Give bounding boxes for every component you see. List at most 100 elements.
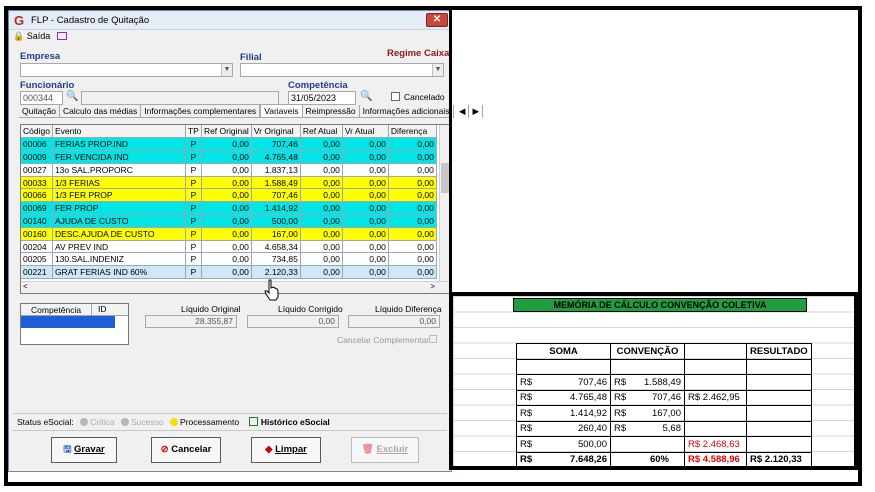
status-label: Status eSocial:: [17, 417, 74, 427]
grid-cell: 500,00: [251, 214, 301, 228]
selected-row[interactable]: [21, 316, 115, 328]
tab-strip: Quitação Calculo das médias Informações co…: [19, 104, 483, 118]
tab-info-adicionais[interactable]: Informações adicionais: [360, 105, 454, 118]
gravar-button[interactable]: 🖫 Gravar: [51, 437, 117, 463]
sheet-row: [516, 358, 812, 375]
quitacao-dialog: G FLP - Cadastro de Quitação ✕ 🔒 Saída E…: [8, 10, 483, 472]
diff-value: R$ 2.468,63: [688, 438, 740, 450]
col-diferenca[interactable]: Diferença: [388, 125, 437, 139]
grid-cell: 00027: [21, 163, 53, 177]
grid-cell: P: [185, 163, 202, 177]
grid-cell: 1/3 FER PROP: [52, 188, 186, 203]
grid-cell: P: [185, 265, 202, 280]
competencia-input[interactable]: 31/05/2023: [288, 91, 356, 105]
excluir-button[interactable]: 🗑 Excluir: [351, 437, 419, 463]
scroll-left-icon[interactable]: <: [23, 282, 28, 291]
grid-cell: 0,00: [300, 227, 343, 241]
sheet-cell: R$ 7.648,26: [516, 451, 611, 468]
scroll-right-icon[interactable]: >: [430, 282, 435, 291]
col-id[interactable]: ID: [91, 304, 107, 316]
cancelar-complementar-checkbox[interactable]: [429, 335, 437, 343]
table-row[interactable]: 00066 1/3 FER PROP P 0,00 707,46 0,00 0,00 0,00: [21, 188, 437, 203]
grid-cell: AV PREV IND: [52, 240, 186, 254]
filial-select[interactable]: ▼: [240, 63, 444, 77]
diff-value: R$ 4.588,96: [688, 454, 740, 466]
grid-cell: 1.588,49: [251, 176, 301, 190]
historico-esocial-link[interactable]: Histórico eSocial: [261, 417, 330, 427]
grid-horizontal-scrollbar[interactable]: < >: [21, 281, 451, 293]
tab-reimpressao[interactable]: Reimpressão: [303, 105, 360, 118]
grid-cell: 0,00: [201, 214, 252, 228]
table-row[interactable]: 00009 FER.VENCIDA IND P 0,00 4.765,48 0,00 0,0…: [21, 150, 437, 164]
tab-variaveis[interactable]: Variaveis: [260, 104, 303, 117]
liq-original-label: Líquido Original: [181, 304, 241, 314]
search-icon[interactable]: 🔍: [360, 91, 372, 102]
grid-cell: P: [185, 252, 202, 267]
status-esocial: Status eSocial: Crítica Sucesso Processa…: [17, 417, 330, 427]
critica-label: Crítica: [90, 417, 115, 427]
sheet-row: R$ 500,00 R$ 2.468,63: [516, 436, 812, 453]
sheet-row: R$ 4.765,48 R$ 707,46 R$ 2.462,95: [516, 389, 812, 406]
tab-info-complementares[interactable]: Informações complementares: [141, 105, 261, 118]
cancelado-checkbox[interactable]: [391, 92, 400, 101]
limpar-button[interactable]: ◆ Limpar: [251, 437, 321, 463]
grid-cell: 0,00: [201, 188, 252, 203]
close-button[interactable]: ✕: [426, 13, 448, 27]
currency-value: R$ 707,46: [520, 377, 607, 388]
trash-icon: 🗑: [361, 444, 377, 455]
table-row[interactable]: 00204 AV PREV IND P 0,00 4.658,34 0,00 0,00 0,0…: [21, 240, 437, 254]
grid-cell: 1/3 FERIAS: [52, 176, 186, 190]
col-tp[interactable]: TP: [185, 125, 202, 139]
grid-cell: 0,00: [388, 227, 437, 241]
table-row[interactable]: 00205 130.SAL.INDENIZ P 0,00 734,85 0,00 0,00 0…: [21, 252, 437, 267]
col-evento[interactable]: Evento: [52, 125, 186, 139]
currency-symbol: R$: [614, 407, 627, 419]
sheet-cell: R$ 260,40: [516, 420, 611, 437]
empresa-select[interactable]: ▼: [20, 63, 233, 77]
search-icon[interactable]: 🔍: [66, 91, 78, 102]
col-vr-original[interactable]: Vr Original: [251, 125, 301, 139]
table-row[interactable]: 00160 DESC.AJUDA DE CUSTO P 0,00 167,00 0,00 0…: [21, 227, 437, 241]
grid-cell: 00009: [21, 150, 53, 164]
grid-cell: 1.837,13: [251, 163, 301, 177]
table-row[interactable]: 00140 AJUDA DE CUSTO P 0,00 500,00 0,00 0,00 0,…: [21, 214, 437, 228]
chat-icon[interactable]: [56, 32, 67, 40]
table-row[interactable]: 00033 1/3 FERIAS P 0,00 1.588,49 0,00 0,00 0,00: [21, 176, 437, 190]
col-codigo[interactable]: Código: [21, 125, 53, 139]
currency-value: R$ 1.414,92: [520, 408, 607, 419]
filial-label: Filial: [240, 52, 262, 63]
funcionario-name-input[interactable]: [81, 91, 279, 105]
critica-dot-icon: [80, 418, 89, 426]
table-row[interactable]: 00221 GRAT FERIAS IND 60% P 0,00 2.120,33 0,0…: [21, 265, 437, 280]
sheet-row: R$ 260,40 R$ 5,68: [516, 420, 812, 437]
menu-exit[interactable]: Saída: [27, 31, 51, 41]
col-competencia[interactable]: Competência: [31, 305, 81, 315]
table-row[interactable]: 00027 13o SAL.PROPORC P 0,00 1.837,13 0,00 0,0…: [21, 163, 437, 177]
table-row[interactable]: 00069 FER PROP P 0,00 1.414,92 0,00 0,00 0,00: [21, 201, 437, 216]
grid-cell: P: [185, 188, 202, 203]
grid-cell: 0,00: [388, 188, 437, 203]
col-vr-atual[interactable]: Vr Atual: [342, 125, 389, 139]
col-ref-atual[interactable]: Ref Atual: [300, 125, 343, 139]
col-ref-original[interactable]: Ref Original: [201, 125, 252, 139]
tab-scroll-left-icon[interactable]: ◀: [456, 105, 470, 118]
currency-value: R$ 167,00: [614, 407, 681, 419]
eventos-grid: Código Evento TP Ref Original Vr Origina…: [20, 124, 452, 294]
eraser-icon: ◆: [265, 444, 276, 455]
table-row[interactable]: 00006 FERIAS PROP.IND P 0,00 707,46 0,00 0,00 0…: [21, 137, 437, 152]
cancelar-button[interactable]: ⊘ Cancelar: [151, 437, 221, 463]
currency-value: [614, 439, 638, 450]
grid-cell: 0,00: [388, 252, 437, 267]
currency-value: R$ 1.588,49: [614, 377, 681, 388]
funcionario-code-input[interactable]: 000344: [20, 91, 63, 105]
grid-cell: 0,00: [201, 240, 252, 254]
tab-calculo-medias[interactable]: Calculo das médias: [60, 105, 142, 118]
grid-cell: 0,00: [201, 227, 252, 241]
grid-cell: 0,00: [300, 201, 343, 216]
tab-scroll-right-icon[interactable]: ▶: [469, 105, 483, 118]
tab-quitacao[interactable]: Quitação: [19, 105, 61, 118]
sheet-cell: [746, 405, 812, 422]
grid-cell: 4.658,34: [251, 240, 301, 254]
regime-caixa-label: Regime Caixa: [387, 48, 450, 59]
currency-symbol: R$: [520, 438, 533, 450]
